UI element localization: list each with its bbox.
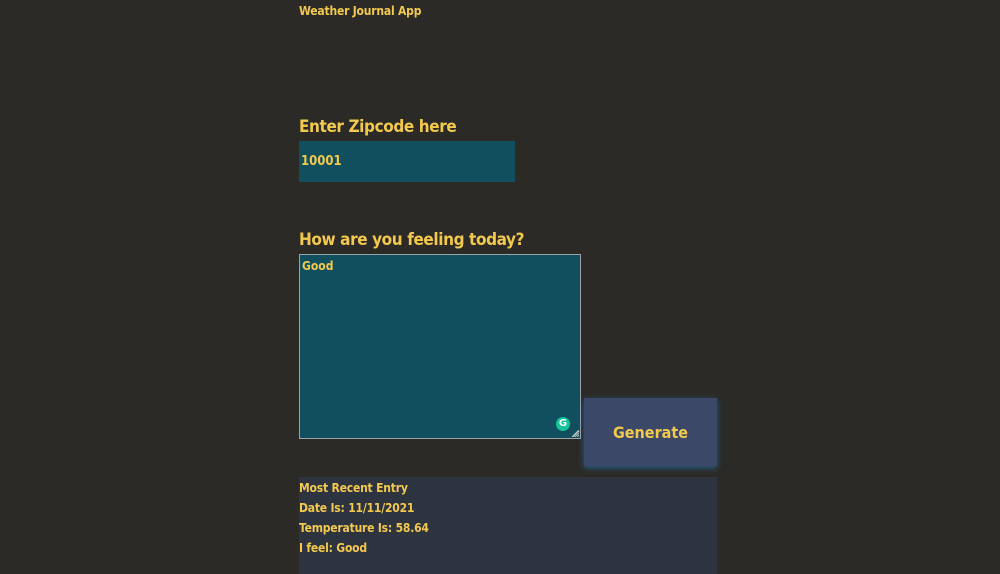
entry-heading: Most Recent Entry [299, 481, 408, 495]
app-title: Weather Journal App [299, 4, 422, 18]
grammarly-icon[interactable]: G [556, 417, 570, 431]
feelings-label: How are you feeling today? [299, 230, 525, 250]
entry-date: Date Is: 11/11/2021 [299, 501, 415, 515]
entry-content: I feel: Good [299, 541, 367, 555]
zip-label: Enter Zipcode here [299, 117, 457, 137]
entry-temp: Temperature Is: 58.64 [299, 521, 429, 535]
entry-holder: Most Recent Entry Date Is: 11/11/2021 Te… [299, 477, 717, 574]
feelings-textarea[interactable]: Good [299, 254, 581, 439]
generate-button[interactable]: Generate [584, 398, 717, 466]
resize-handle-icon[interactable] [572, 430, 579, 437]
app-root: Weather Journal App Enter Zipcode here H… [0, 0, 1000, 574]
zip-input[interactable] [299, 141, 515, 182]
